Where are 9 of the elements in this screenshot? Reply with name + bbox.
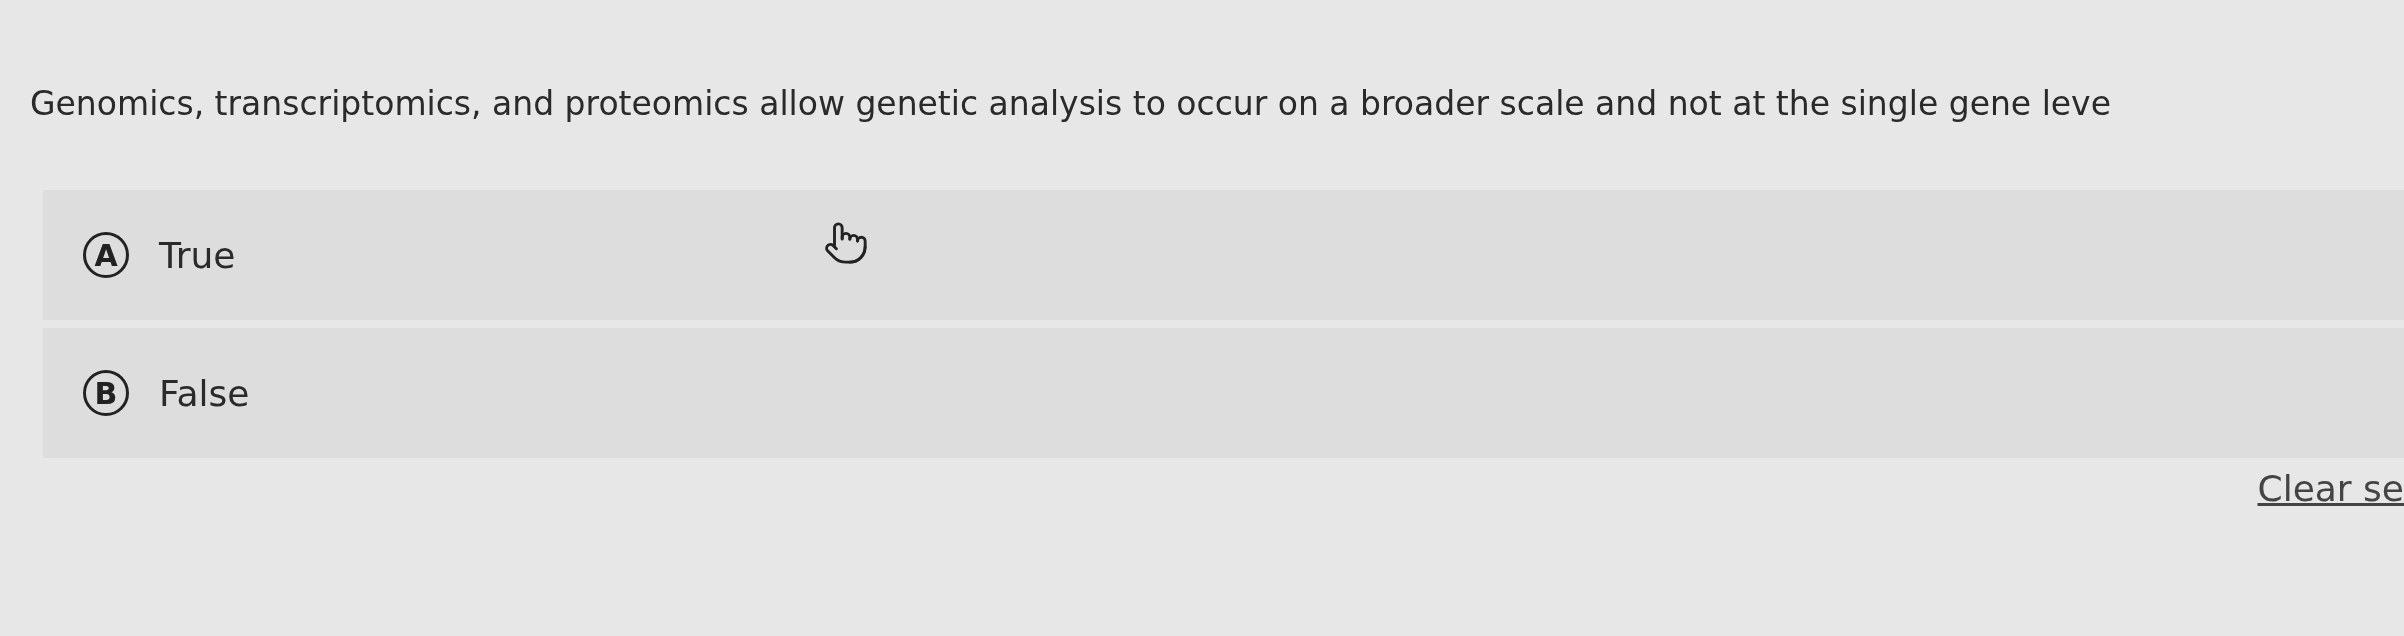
answer-option[interactable]: A True xyxy=(43,190,2404,320)
option-letter: B xyxy=(83,370,129,416)
question-text: Genomics, transcriptomics, and proteomics allow genetic analysis to occur on a broader scale and not at the single gene leve xyxy=(30,83,2112,125)
option-label: True xyxy=(159,234,236,276)
hand-pointer-icon xyxy=(823,220,869,266)
option-label: False xyxy=(159,372,250,414)
option-letter: A xyxy=(83,232,129,278)
clear-selection-link[interactable]: Clear se xyxy=(2257,468,2404,509)
answer-option[interactable]: B False xyxy=(43,328,2404,458)
